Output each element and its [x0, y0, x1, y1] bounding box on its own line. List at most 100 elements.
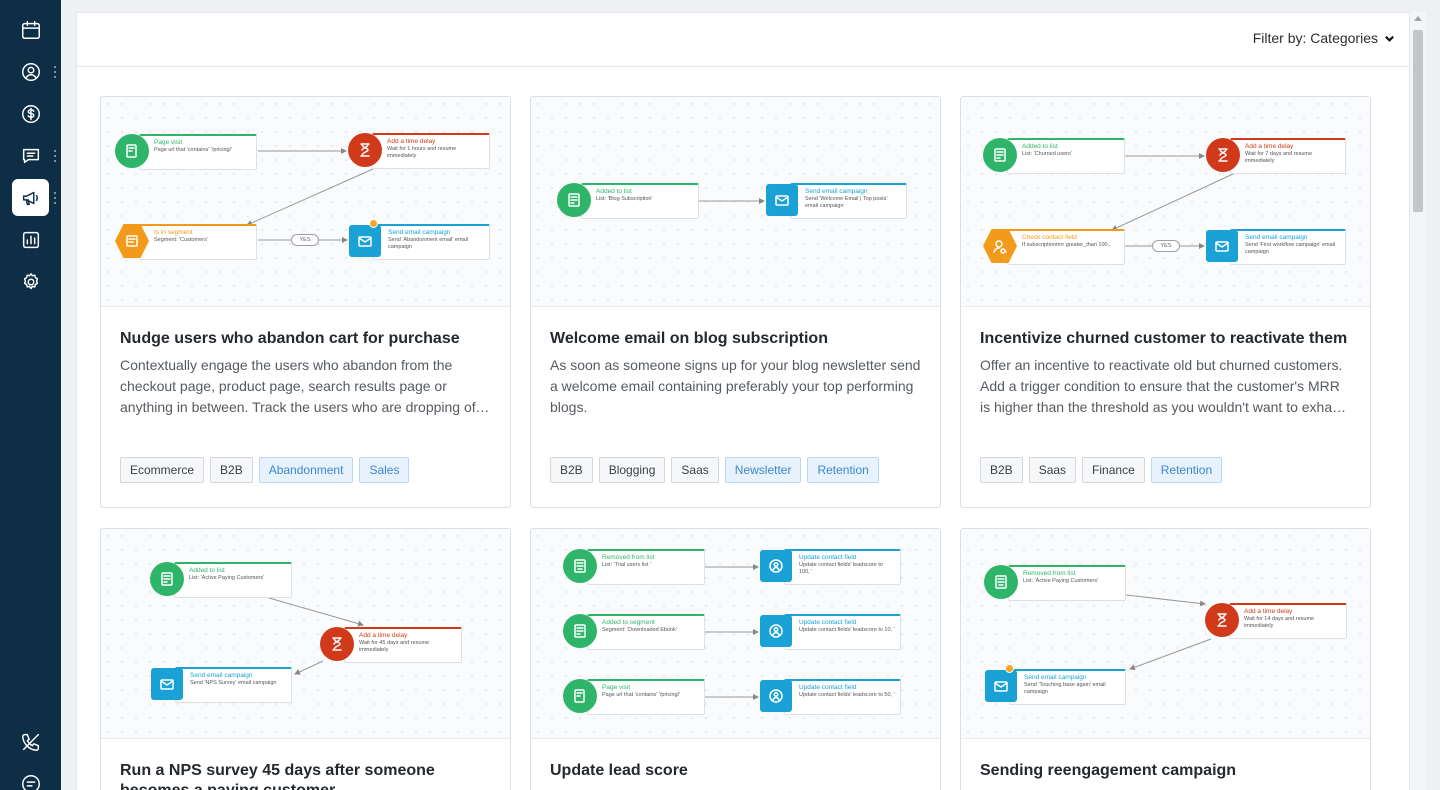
hourglass-icon	[320, 627, 354, 661]
megaphone-icon	[22, 191, 38, 205]
tag[interactable]: Blogging	[598, 457, 666, 483]
page-visit-icon	[115, 134, 149, 168]
tag[interactable]: Ecommerce	[120, 457, 205, 483]
sidebar-item-deals[interactable]	[12, 95, 49, 132]
workflow-node-delay: Add a time delay Wait for 14 days and res…	[1205, 603, 1347, 639]
tag[interactable]: B2B	[550, 457, 593, 483]
filter-label: Filter by: Categories	[1252, 30, 1378, 46]
tag[interactable]: B2B	[210, 457, 253, 483]
tag-list: Ecommerce B2B Abandonment Sales	[120, 457, 410, 483]
tag-list: B2B Blogging Saas Newsletter Retention	[550, 457, 879, 483]
workflow-node-condition: Check contact field If subscriptionmrr gr…	[983, 229, 1125, 265]
workflow-preview: Removed from list List: 'Active Paying Cu…	[961, 529, 1370, 739]
workflow-node-delay: Add a time delay Wait for 45 days and res…	[320, 627, 462, 663]
card-description: As soon as someone signs up for your blo…	[550, 357, 921, 415]
sidebar-item-conversations-more[interactable]	[53, 150, 57, 162]
workflow-node-trigger: Added to list List: 'Churned users'	[983, 138, 1125, 174]
template-card-abandon-cart[interactable]: Page visit Page url that 'contains' '/pri…	[100, 96, 511, 508]
page-visit-icon	[563, 679, 597, 713]
tag-list: B2B Saas Finance Retention	[980, 457, 1223, 483]
list-icon	[983, 138, 1017, 172]
workflow-node-condition: Is in segment Segment: 'Customers'	[115, 224, 257, 260]
workflow-connectors	[1111, 153, 1234, 249]
update-contact-icon	[760, 615, 792, 647]
workflow-connectors	[246, 148, 374, 243]
sidebar-item-calendar[interactable]	[12, 11, 49, 48]
user-circle-icon	[21, 62, 40, 81]
template-card-nps-survey[interactable]: Added to list List: 'Active Paying Custom…	[100, 528, 511, 790]
workflow-templates-panel: Filter by: Categories Page visit Page url…	[76, 12, 1410, 790]
workflow-preview: Added to list List: 'Churned users' Add a…	[961, 97, 1370, 307]
template-card-lead-score[interactable]: Removed from list List: 'Trial users list…	[530, 528, 941, 790]
list-icon	[150, 562, 184, 596]
template-card-reengagement[interactable]: Removed from list List: 'Active Paying Cu…	[960, 528, 1371, 790]
tag[interactable]: Finance	[1082, 457, 1145, 483]
tag[interactable]: Retention	[807, 457, 879, 483]
scroll-up-arrow-icon[interactable]	[1414, 16, 1422, 21]
gear-icon	[23, 272, 38, 289]
sidebar-item-contacts[interactable]	[12, 53, 49, 90]
card-title: Sending reengagement campaign	[980, 762, 1237, 779]
sidebar-item-messages[interactable]	[12, 765, 49, 790]
tag[interactable]: Newsletter	[724, 457, 802, 483]
filter-dropdown[interactable]: Filter by: Categories	[1253, 30, 1395, 46]
sidebar-item-contacts-more[interactable]	[53, 66, 57, 78]
email-icon	[151, 668, 183, 700]
workflow-node-trigger: Added to list List: 'Active Paying Custom…	[150, 562, 292, 598]
sidebar-item-calls[interactable]	[12, 723, 49, 760]
workflow-preview: Removed from list List: 'Trial users list…	[531, 529, 940, 739]
hourglass-icon	[1206, 138, 1240, 172]
chat-icon	[22, 148, 39, 163]
tag[interactable]: Saas	[671, 457, 719, 483]
email-icon	[985, 670, 1017, 702]
workflow-node-action: Update contact field Update contact field…	[760, 614, 901, 650]
workflow-preview: Added to list List: 'Active Paying Custom…	[101, 529, 510, 739]
sidebar-item-marketing-more[interactable]	[53, 192, 57, 204]
card-title: Welcome email on blog subscription	[550, 330, 828, 347]
template-card-churned-customer[interactable]: Added to list List: 'Churned users' Add a…	[960, 96, 1371, 508]
workflow-node-delay: Add a time delay Wait for 7 days and resu…	[1206, 138, 1346, 174]
sidebar	[0, 0, 61, 790]
email-icon	[766, 184, 798, 216]
email-icon	[349, 225, 381, 257]
template-card-welcome-email[interactable]: Added to list List: 'Blog Subscription' S…	[530, 96, 941, 508]
card-title: Nudge users who abandon cart for purchas…	[120, 330, 460, 347]
tag[interactable]: Saas	[1028, 457, 1077, 483]
sidebar-item-reports[interactable]	[12, 221, 49, 258]
card-description: Offer an incentive to reactivate old but…	[980, 357, 1351, 415]
workflow-node-action: Send email campaign Send 'Touching base a…	[985, 664, 1126, 705]
update-contact-icon	[760, 550, 792, 582]
scroll-thumb[interactable]	[1413, 30, 1423, 212]
card-title: Update lead score	[550, 762, 688, 779]
email-icon	[1206, 230, 1238, 262]
scrollbar[interactable]	[1410, 12, 1426, 790]
message-icon	[21, 774, 40, 790]
workflow-node-delay: Add a time delay Wait for 1 hours and res…	[348, 133, 490, 169]
warning-badge	[369, 219, 378, 228]
workflow-node-action: Update contact field Update contact field…	[760, 549, 901, 585]
workflow-node-trigger: Page visit Page url that 'contains' '/pri…	[115, 134, 257, 170]
sidebar-item-conversations[interactable]	[12, 137, 49, 174]
workflow-node-trigger: Removed from list List: 'Trial users list…	[563, 549, 705, 585]
segment-icon	[563, 614, 597, 648]
sidebar-item-marketing[interactable]	[12, 179, 49, 216]
hourglass-icon	[1205, 603, 1239, 637]
workflow-node-action: Send email campaign Send 'Abandonment ema…	[349, 219, 490, 260]
workflow-node-trigger: Page visit Page url that 'contains' '/pri…	[563, 679, 705, 715]
workflow-node-trigger: Added to segment Segment: 'Downloaded Ebo…	[563, 614, 705, 650]
list-remove-icon	[984, 565, 1018, 599]
yes-branch-label: YES	[1152, 240, 1180, 252]
card-title: Run a NPS survey 45 days after someone b…	[120, 762, 435, 790]
chevron-down-icon	[1385, 35, 1394, 42]
sidebar-item-settings[interactable]	[12, 263, 49, 300]
workflow-node-action: Send email campaign Send 'Welcome Email |…	[766, 183, 907, 219]
tag[interactable]: Retention	[1150, 457, 1223, 483]
workflow-node-trigger: Removed from list List: 'Active Paying Cu…	[984, 565, 1126, 601]
tag[interactable]: B2B	[980, 457, 1023, 483]
phone-slash-icon	[21, 733, 39, 751]
card-description: Contextually engage the users who abando…	[120, 357, 480, 415]
tag[interactable]: Abandonment	[258, 457, 354, 483]
card-title: Incentivize churned customer to reactiva…	[980, 330, 1348, 347]
tag[interactable]: Sales	[359, 457, 410, 483]
update-contact-icon	[760, 680, 792, 712]
